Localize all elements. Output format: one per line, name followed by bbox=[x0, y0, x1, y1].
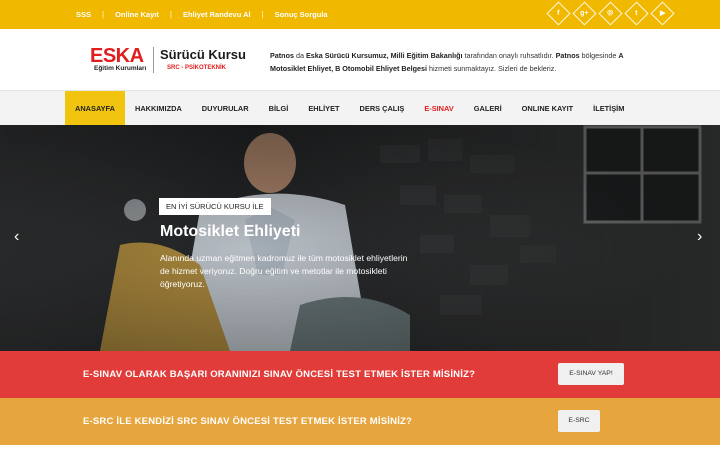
nav-items: ANASAYFA HAKKIMIZDA DUYURULAR BİLGİ EHLİ… bbox=[65, 91, 634, 126]
header-info-part: tarafından onaylı ruhsatlıdır. bbox=[462, 51, 556, 60]
esrc-button[interactable]: E-SRC bbox=[558, 410, 600, 432]
header-info-part: hizmeti sunmaktayız. Sizleri de bekleriz… bbox=[426, 64, 557, 73]
hero-title: Motosiklet Ehliyeti bbox=[160, 223, 301, 240]
header-info-part: bölgesinde bbox=[579, 51, 619, 60]
google-plus-icon-glyph: g+ bbox=[580, 10, 589, 17]
hero-background-image bbox=[0, 125, 720, 351]
instagram-icon-glyph: ◎ bbox=[607, 9, 614, 17]
esinav-cta-bar: E-SINAV OLARAK BAŞARI ORANINIZI SINAV ÖN… bbox=[0, 351, 720, 398]
nav-item-ders-calis[interactable]: DERS ÇALIŞ bbox=[350, 91, 415, 126]
top-link-separator: | bbox=[102, 10, 105, 19]
main-nav: ANASAYFA HAKKIMIZDA DUYURULAR BİLGİ EHLİ… bbox=[0, 90, 720, 126]
logo-divider bbox=[153, 47, 154, 73]
nav-item-duyurular[interactable]: DUYURULAR bbox=[192, 91, 259, 126]
header-info-bold: Patnos bbox=[270, 51, 294, 60]
header-info-bold: Eska Sürücü Kursumuz, Milli Eğitim Bakan… bbox=[305, 51, 463, 60]
youtube-icon[interactable]: ▶ bbox=[650, 1, 675, 26]
nav-item-bilgi[interactable]: BİLGİ bbox=[259, 91, 299, 126]
nav-item-hakkimizda[interactable]: HAKKIMIZDA bbox=[125, 91, 192, 126]
header-info-bold: Patnos bbox=[555, 51, 580, 60]
esrc-cta-bar: E-SRC İLE KENDİZİ SRC SINAV ÖNCESİ TEST … bbox=[0, 398, 720, 445]
slider-prev-arrow-icon[interactable]: ‹ bbox=[14, 229, 19, 245]
nav-item-galeri[interactable]: GALERİ bbox=[464, 91, 512, 126]
logo-brand: ESKA bbox=[90, 45, 144, 67]
top-link-separator: | bbox=[261, 10, 264, 19]
slider-next-arrow-icon[interactable]: › bbox=[697, 229, 702, 245]
top-link-online-kayit[interactable]: Online Kayıt bbox=[109, 10, 165, 19]
top-link-sonuc-sorgula[interactable]: Sonuç Sorgula bbox=[269, 10, 334, 19]
top-links: SSS | Online Kayıt | Ehliyet Randevu Al … bbox=[70, 0, 334, 29]
twitter-icon[interactable]: t bbox=[624, 1, 649, 26]
twitter-icon-glyph: t bbox=[635, 10, 638, 17]
nav-item-anasayfa[interactable]: ANASAYFA bbox=[65, 91, 125, 126]
esrc-cta-text: E-SRC İLE KENDİZİ SRC SINAV ÖNCESİ TEST … bbox=[83, 416, 413, 427]
nav-item-ehliyet[interactable]: EHLİYET bbox=[298, 91, 349, 126]
social-icons: f g+ ◎ t ▶ bbox=[546, 1, 675, 26]
logo-brand-sub: Eğitim Kurumları bbox=[94, 65, 147, 72]
nav-item-e-sinav[interactable]: E-SINAV bbox=[414, 91, 463, 126]
top-link-randevu[interactable]: Ehliyet Randevu Al bbox=[177, 10, 257, 19]
facebook-icon[interactable]: f bbox=[546, 1, 571, 26]
esinav-button[interactable]: E-SINAV YAP! bbox=[558, 363, 624, 385]
logo-tagline: SRC - PSİKOTEKNİK bbox=[167, 65, 227, 71]
logo-name: Sürücü Kursu bbox=[160, 47, 246, 62]
esinav-cta-text: E-SINAV OLARAK BAŞARI ORANINIZI SINAV ÖN… bbox=[83, 369, 476, 380]
top-link-separator: | bbox=[169, 10, 172, 19]
hero-slider bbox=[0, 125, 720, 351]
google-plus-icon[interactable]: g+ bbox=[572, 1, 597, 26]
nav-item-iletisim[interactable]: İLETİŞİM bbox=[583, 91, 634, 126]
instagram-icon[interactable]: ◎ bbox=[598, 1, 623, 26]
hero-description: Alanında uzman eğitmen kadromuz ile tüm … bbox=[160, 253, 408, 289]
nav-item-online-kayit[interactable]: ONLINE KAYIT bbox=[512, 91, 583, 126]
youtube-icon-glyph: ▶ bbox=[659, 9, 666, 17]
hero-tag: EN İYİ SÜRÜCÜ KURSU İLE bbox=[159, 198, 271, 215]
top-bar: SSS | Online Kayıt | Ehliyet Randevu Al … bbox=[0, 0, 720, 29]
facebook-icon-glyph: f bbox=[557, 10, 560, 17]
header-info-text: Patnos da Eska Sürücü Kursumuz, Milli Eğ… bbox=[270, 49, 650, 75]
top-link-sss[interactable]: SSS bbox=[70, 10, 97, 19]
header-info-part: da bbox=[293, 51, 306, 60]
